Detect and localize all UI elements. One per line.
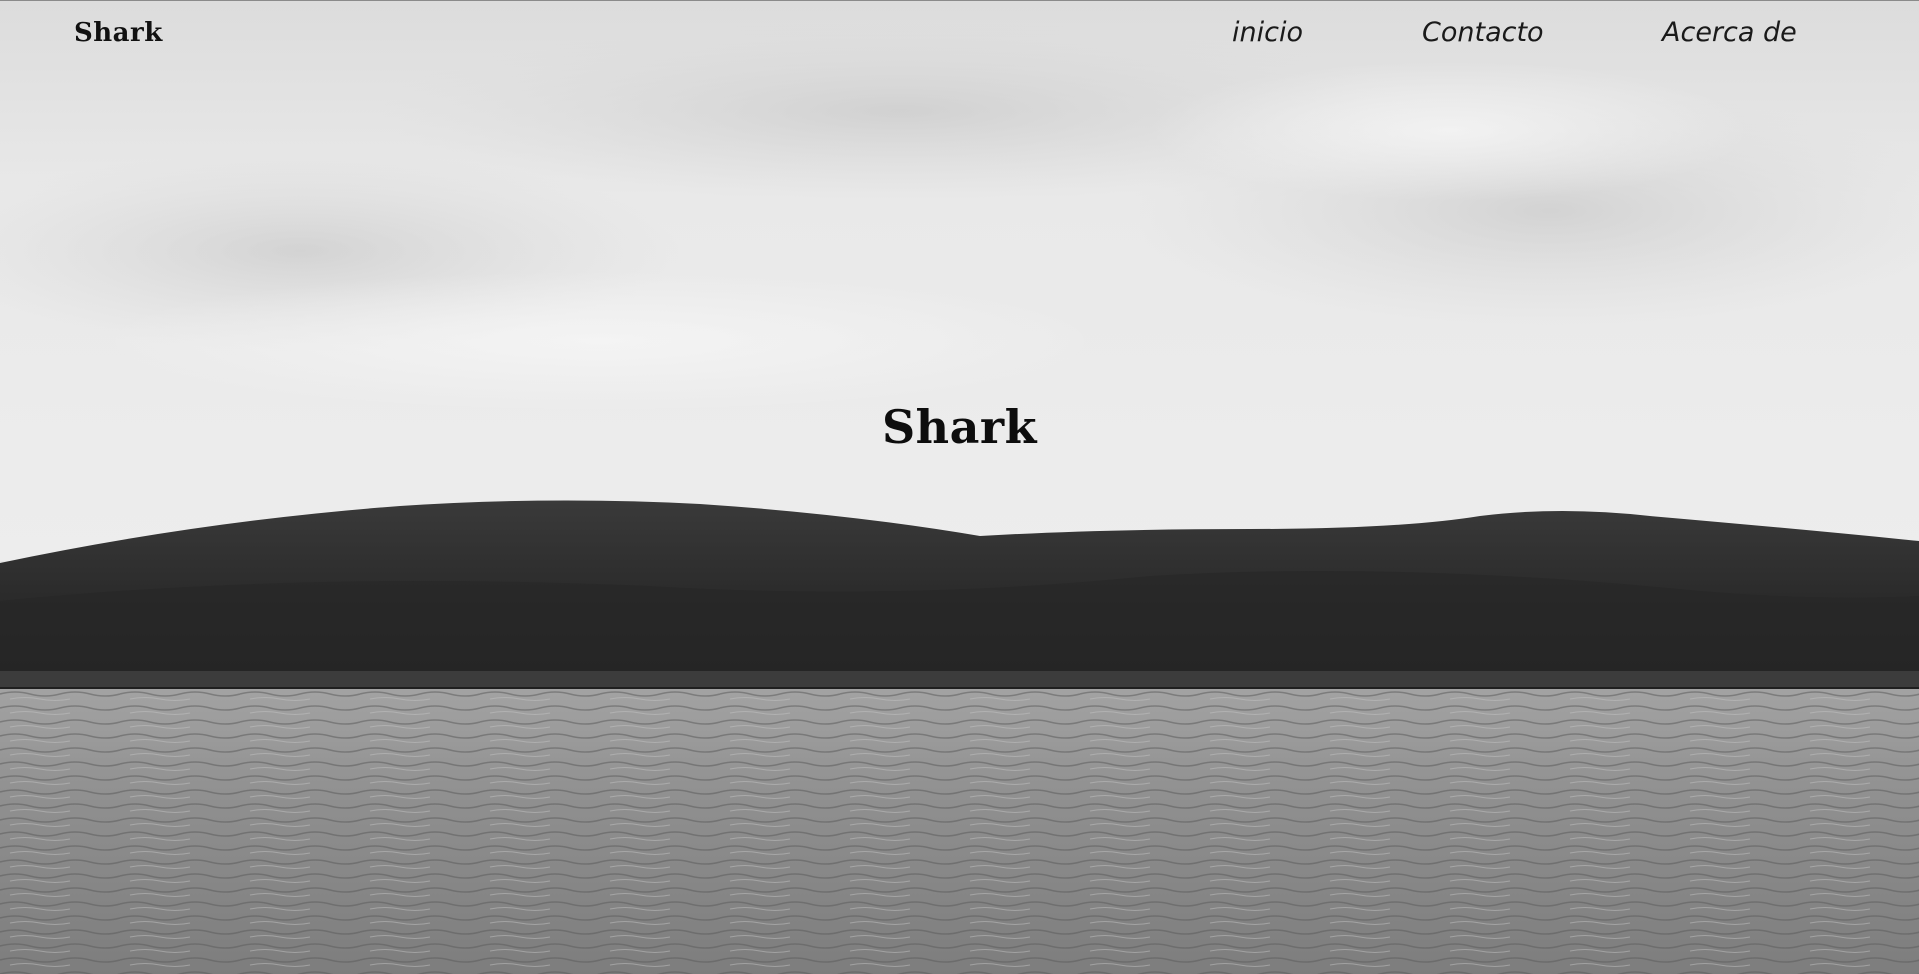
top-navigation: Shark inicio Contacto Acerca de [0, 1, 1919, 71]
page: Shark inicio Contacto Acerca de Shark [0, 0, 1919, 974]
nav-link-inicio[interactable]: inicio [1232, 17, 1303, 48]
brand-logo-link[interactable]: Shark [74, 18, 163, 48]
hero-title: Shark [881, 399, 1038, 454]
nav-link-contacto[interactable]: Contacto [1422, 17, 1544, 48]
nav-link-acerca-de[interactable]: Acerca de [1662, 17, 1797, 48]
hero-background-image [0, 1, 1919, 974]
